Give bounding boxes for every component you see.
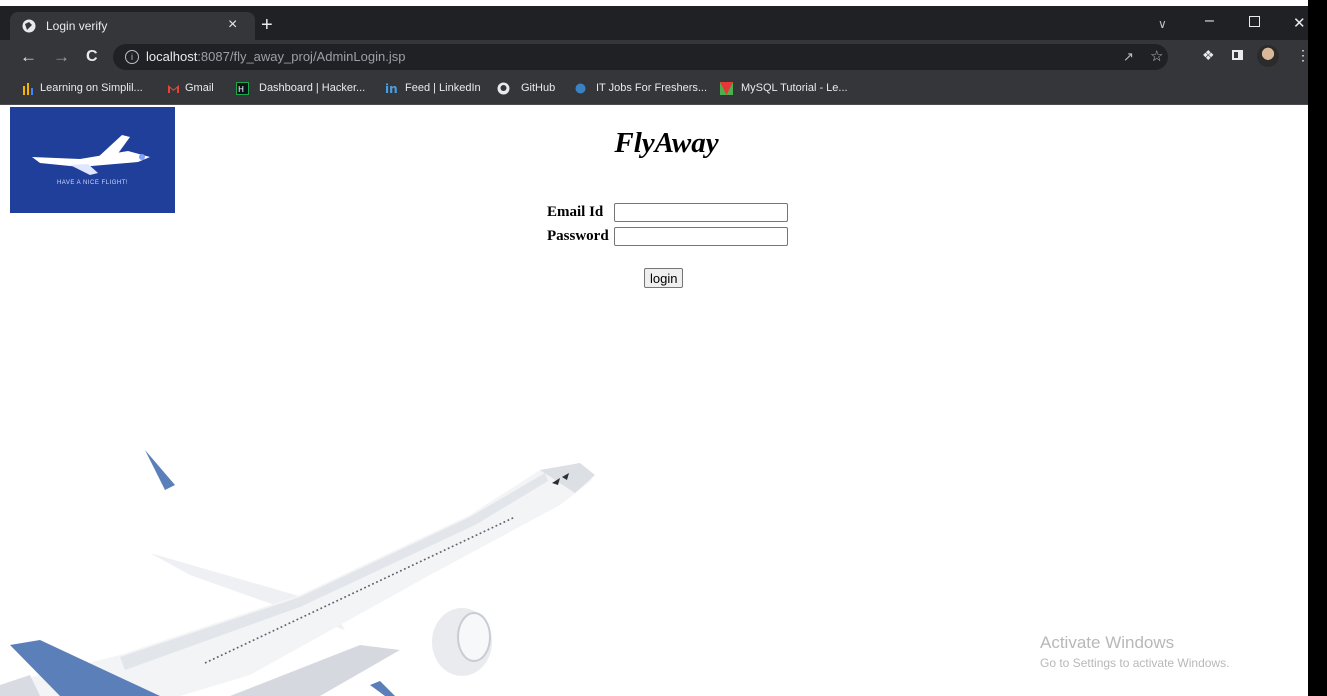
tab-title: Login verify [46, 19, 108, 33]
address-bar[interactable]: i localhost:8087/fly_away_proj/AdminLogi… [113, 44, 1168, 70]
side-panel-icon[interactable] [1232, 50, 1243, 60]
email-label: Email Id [547, 204, 604, 220]
forward-button[interactable]: → [53, 47, 70, 67]
linkedin-icon: in [385, 82, 398, 95]
bookmark-simplilearn[interactable]: Learning on Simplil... [40, 82, 143, 94]
restore-icon[interactable] [1249, 16, 1260, 27]
logo-tagline: HAVE A NICE FLIGHT! [56, 180, 129, 186]
share-icon[interactable]: ↗ [1123, 49, 1134, 65]
gmail-icon [168, 85, 179, 93]
flyaway-logo: HAVE A NICE FLIGHT! [10, 107, 175, 213]
bookmark-mysql-tutorial[interactable]: MySQL Tutorial - Le... [741, 82, 848, 94]
globe-icon [22, 19, 36, 33]
bookmark-hackerrank[interactable]: Dashboard | Hacker... [259, 82, 365, 94]
info-icon[interactable]: i [125, 50, 139, 64]
puzzle-icon[interactable]: ❖ [1202, 47, 1215, 64]
page-title: FlyAway [614, 127, 719, 159]
window-close-icon[interactable]: ✕ [1293, 14, 1306, 32]
bookmark-github[interactable]: GitHub [521, 82, 555, 94]
new-tab-button[interactable]: + [261, 14, 273, 37]
github-icon [497, 82, 510, 95]
bookmarks-bar: Learning on Simplil... Gmail H Dashboard… [0, 74, 1308, 105]
w3schools-icon [720, 82, 733, 95]
minimize-icon[interactable]: – [1205, 12, 1214, 30]
back-button[interactable]: ← [20, 47, 37, 67]
star-icon[interactable]: ☆ [1150, 47, 1163, 65]
password-field[interactable] [614, 227, 788, 246]
svg-text:H: H [238, 85, 244, 94]
profile-avatar[interactable] [1257, 45, 1279, 67]
tab-strip: Login verify × + ∨ – ✕ [0, 6, 1308, 40]
chevron-down-icon[interactable]: ∨ [1158, 17, 1167, 31]
activate-windows-subtitle: Go to Settings to activate Windows. [1040, 656, 1230, 670]
hackerrank-icon: H [236, 82, 249, 95]
bookmark-it-jobs[interactable]: IT Jobs For Freshers... [596, 82, 707, 94]
svg-text:in: in [385, 82, 398, 95]
browser-toolbar: ← → C i localhost:8087/fly_away_proj/Adm… [0, 40, 1308, 74]
email-field[interactable] [614, 203, 788, 222]
bookmark-gmail[interactable]: Gmail [185, 82, 214, 94]
screen-edge [1308, 0, 1327, 696]
login-button[interactable]: login [644, 268, 684, 288]
activate-windows-title: Activate Windows [1040, 633, 1175, 652]
simplilearn-icon [23, 83, 33, 95]
password-label: Password [547, 228, 609, 244]
bookmark-linkedin[interactable]: Feed | LinkedIn [405, 82, 481, 94]
url-text[interactable]: localhost:8087/fly_away_proj/AdminLogin.… [146, 49, 405, 64]
reload-button[interactable]: C [86, 48, 98, 66]
jobs-site-icon [575, 83, 586, 94]
close-tab-icon[interactable]: × [228, 16, 237, 34]
airplane-illustration [0, 450, 595, 696]
page-content: HAVE A NICE FLIGHT! FlyAway Email Id Pas… [0, 105, 1308, 696]
browser-window: Login verify × + ∨ – ✕ ← → C i localhost… [0, 0, 1310, 696]
